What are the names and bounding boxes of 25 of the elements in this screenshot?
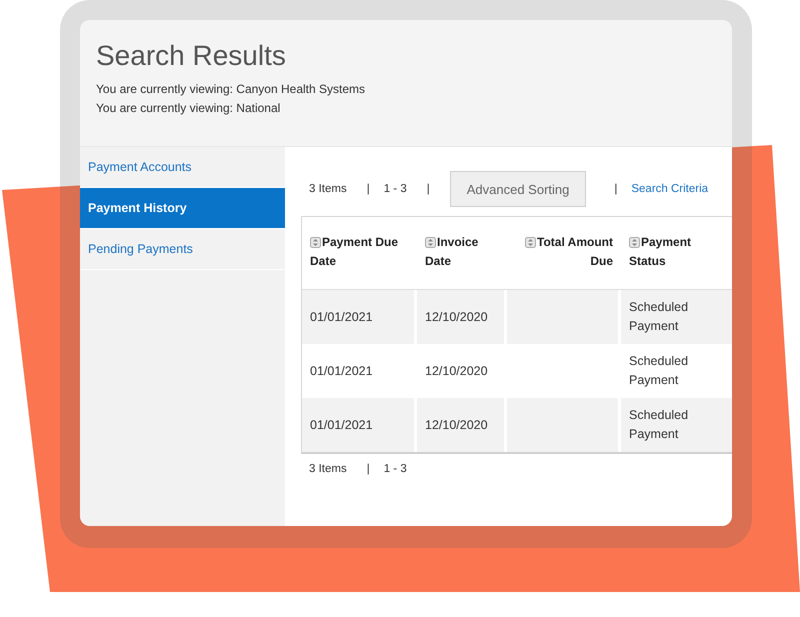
sort-icon[interactable] [425, 237, 436, 248]
table-cell: Scheduled Payment [621, 398, 732, 452]
context-line: You are currently viewing: National [96, 100, 282, 117]
separator-text: | [366, 463, 371, 475]
sort-icon[interactable] [525, 237, 536, 248]
sort-icon[interactable] [310, 237, 321, 248]
advanced-sorting-button[interactable]: Advanced Sorting [450, 171, 586, 207]
table-cell: 12/10/2020 [417, 290, 507, 344]
separator-text: | [613, 183, 618, 195]
table-cell: 01/01/2021 [302, 290, 417, 344]
page-title: Search Results [96, 40, 287, 72]
sidebar-item[interactable]: Payment History [80, 188, 285, 229]
pager-text: 1 - 3 [384, 463, 408, 475]
sidebar-item[interactable]: Pending Payments [80, 229, 285, 270]
pager-text: 3 Items [309, 183, 348, 195]
separator-text: | [426, 183, 431, 195]
sort-icon[interactable] [629, 237, 640, 248]
search-criteria-link[interactable]: Search Criteria [631, 183, 708, 195]
separator-text: | [366, 183, 371, 195]
table-cell: 01/01/2021 [302, 398, 417, 452]
context-line: You are currently viewing: Canyon Health Systems [96, 81, 366, 98]
table-cell: 12/10/2020 [417, 398, 507, 452]
pager-text: 3 Items [309, 463, 348, 475]
pager-text: 1 - 3 [384, 183, 408, 195]
table-cell: Scheduled Payment [621, 290, 732, 344]
